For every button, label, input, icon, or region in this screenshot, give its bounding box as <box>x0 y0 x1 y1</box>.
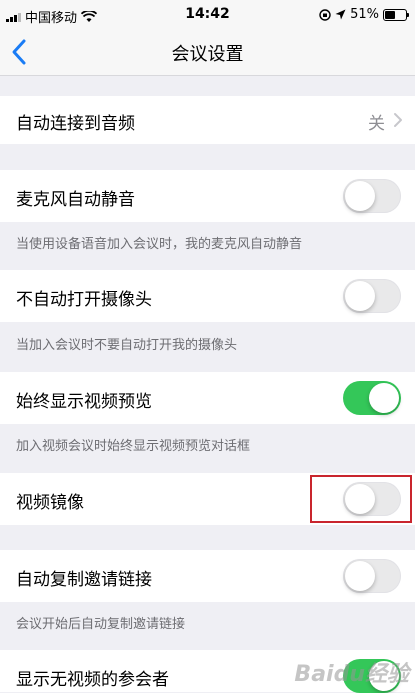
mute-mic-row: 麦克风自动静音 <box>0 170 415 222</box>
no-camera-label: 不自动打开摄像头 <box>16 290 152 310</box>
mute-mic-label: 麦克风自动静音 <box>16 190 135 210</box>
auto-audio-value: 关 <box>368 114 385 134</box>
orientation-lock-icon <box>319 8 331 21</box>
status-bar: 中国移动 14:42 51% <box>0 0 415 30</box>
status-right: 51% <box>319 7 409 22</box>
copy-invite-row: 自动复制邀请链接 <box>0 550 415 602</box>
auto-audio-label: 自动连接到音频 <box>16 114 135 134</box>
navigation-bar: 会议设置 <box>0 30 415 76</box>
auto-audio-row[interactable]: 自动连接到音频 关 <box>0 96 415 144</box>
battery-icon <box>383 8 409 21</box>
no-camera-description: 当加入会议时不要自动打开我的摄像头 <box>16 338 238 353</box>
video-preview-description: 加入视频会议时始终显示视频预览对话框 <box>16 439 251 454</box>
highlight-box <box>310 475 412 523</box>
video-preview-label: 始终显示视频预览 <box>16 392 152 412</box>
mute-mic-description: 当使用设备语音加入会议时，我的麦克风自动静音 <box>16 237 303 252</box>
battery-percent: 51% <box>350 7 379 22</box>
toggle-knob <box>345 281 375 311</box>
no-camera-row: 不自动打开摄像头 <box>0 270 415 322</box>
mute-mic-toggle[interactable] <box>343 179 401 213</box>
chevron-right-icon <box>394 113 402 127</box>
page-title: 会议设置 <box>171 44 244 65</box>
video-preview-row: 始终显示视频预览 <box>0 372 415 424</box>
show-no-video-label: 显示无视频的参会者 <box>16 670 169 690</box>
no-camera-toggle[interactable] <box>343 279 401 313</box>
copy-invite-label: 自动复制邀请链接 <box>16 570 152 590</box>
copy-invite-toggle[interactable] <box>343 559 401 593</box>
toggle-knob <box>369 383 399 413</box>
copy-invite-description: 会议开始后自动复制邀请链接 <box>16 617 186 632</box>
mirror-label: 视频镜像 <box>16 493 84 513</box>
video-preview-toggle[interactable] <box>343 381 401 415</box>
toggle-knob <box>345 181 375 211</box>
watermark: Baidu经验 <box>294 662 409 687</box>
toggle-knob <box>345 561 375 591</box>
location-icon <box>335 9 346 20</box>
